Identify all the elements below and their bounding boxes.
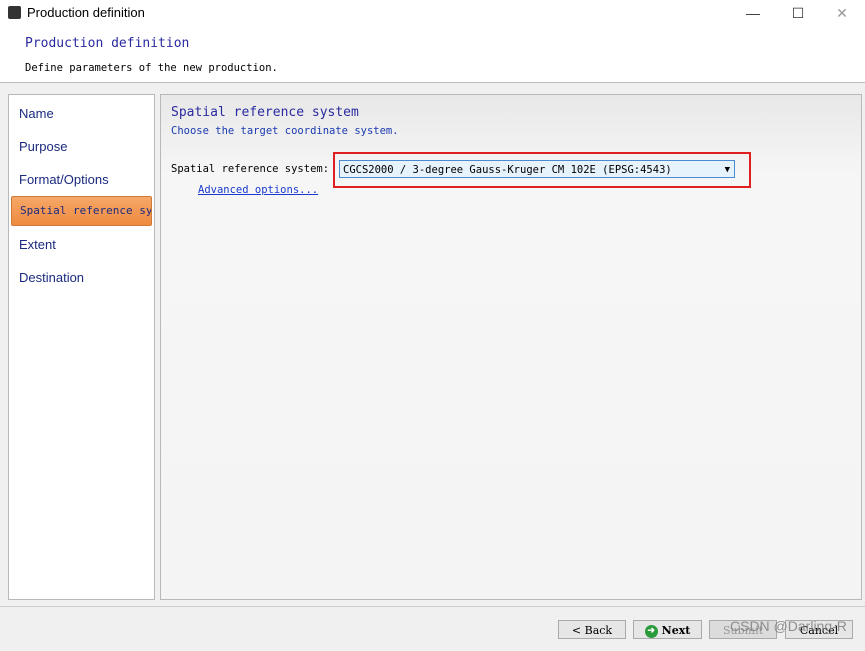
srs-label: Spatial reference system: — [171, 163, 330, 175]
step-panel: Spatial reference system Choose the targ… — [160, 94, 862, 600]
back-button[interactable]: < Back — [558, 620, 626, 639]
step-format-options[interactable]: Format/Options — [19, 172, 109, 187]
step-spatial-reference-system[interactable]: Spatial reference system — [11, 196, 152, 226]
close-button[interactable]: ✕ — [822, 2, 862, 24]
step-label: Spatial reference system — [20, 204, 151, 217]
step-name[interactable]: Name — [19, 106, 54, 121]
step-purpose[interactable]: Purpose — [19, 139, 67, 154]
next-label: Next — [661, 624, 691, 637]
arrow-right-icon: ➜ — [644, 624, 658, 638]
step-extent[interactable]: Extent — [19, 237, 56, 252]
page-title: Production definition — [25, 36, 190, 51]
panel-title: Spatial reference system — [171, 105, 359, 120]
minimize-button[interactable]: — — [733, 2, 773, 24]
srs-dropdown[interactable]: CGCS2000 / 3-degree Gauss-Kruger CM 102E… — [339, 160, 735, 178]
next-button[interactable]: ➜ Next — [633, 620, 702, 639]
dropdown-arrow-icon: ▼ — [724, 165, 730, 175]
watermark: CSDN @Darling-R — [730, 618, 847, 634]
panel-subtitle: Choose the target coordinate system. — [171, 125, 399, 137]
app-icon — [8, 6, 21, 19]
title-bar: Production definition — ☐ ✕ — [0, 0, 865, 26]
page-subtitle: Define parameters of the new production. — [25, 62, 278, 74]
maximize-button[interactable]: ☐ — [778, 2, 818, 24]
advanced-options-link[interactable]: Advanced options... — [198, 184, 318, 196]
step-destination[interactable]: Destination — [19, 270, 84, 285]
window-title: Production definition — [27, 5, 145, 20]
wizard-steps: Name Purpose Format/Options Spatial refe… — [8, 94, 155, 600]
srs-value: CGCS2000 / 3-degree Gauss-Kruger CM 102E… — [343, 164, 672, 176]
wizard-header: Production definition Define parameters … — [0, 26, 865, 83]
